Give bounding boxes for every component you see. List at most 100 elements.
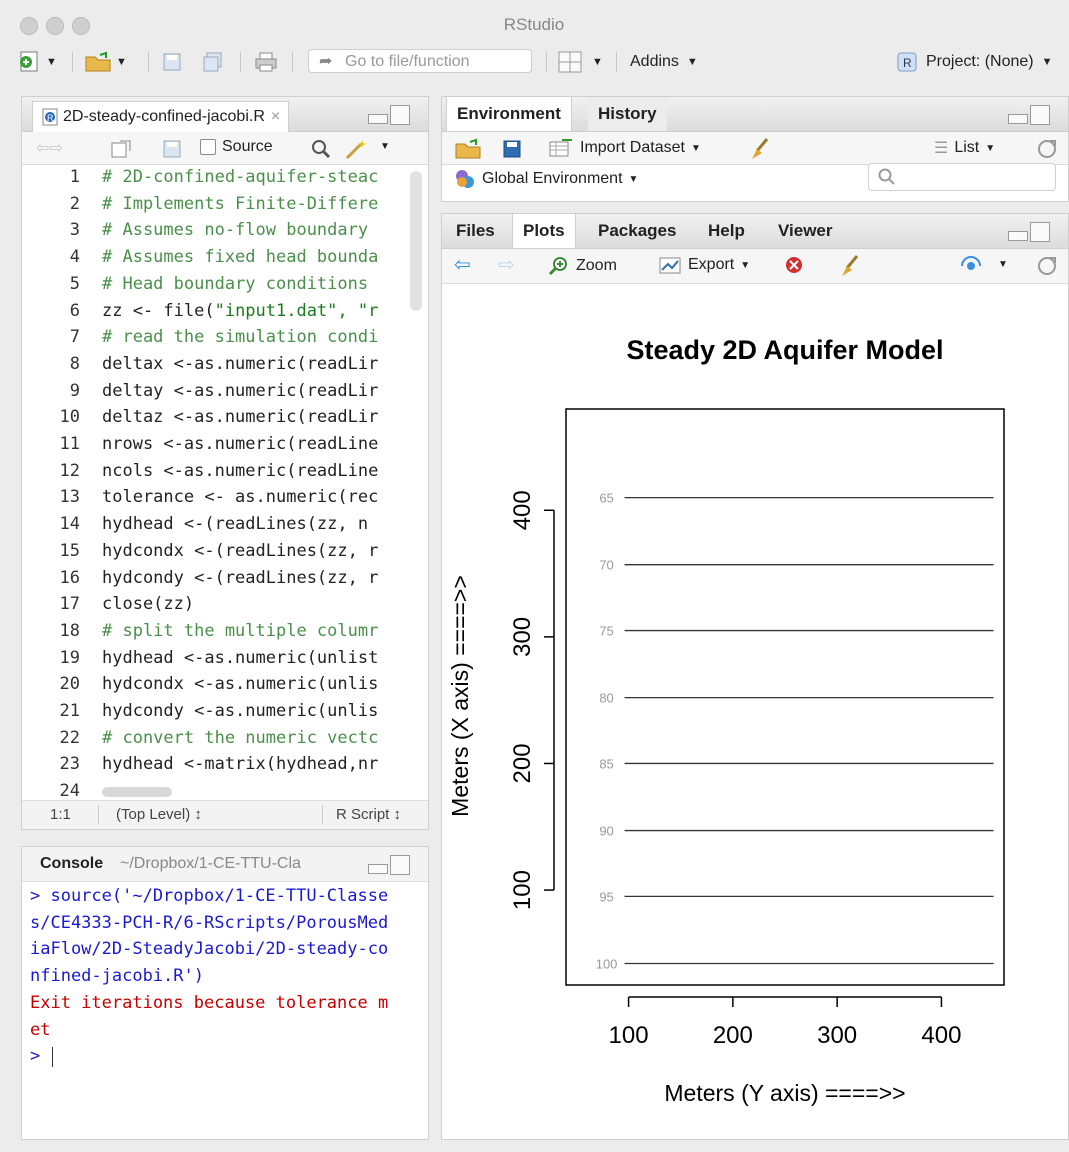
- tab-history[interactable]: History: [588, 97, 667, 131]
- search-icon[interactable]: [310, 138, 332, 160]
- code-text: hydcondx <-as.numeric(unlis: [102, 674, 379, 695]
- tab-viewer[interactable]: Viewer: [768, 214, 843, 248]
- code-line[interactable]: 24: [22, 781, 80, 797]
- export-icon: [659, 257, 681, 274]
- y-axis-label: Meters (X axis) ====>>: [447, 575, 473, 817]
- tab-help[interactable]: Help: [698, 214, 755, 248]
- line-number: 7: [69, 327, 80, 348]
- code-text: deltaz <-as.numeric(readLir: [102, 407, 379, 428]
- code-line[interactable]: 4 # Assumes fixed head bounda: [22, 247, 379, 274]
- console-header: Console ~/Dropbox/1-CE-TTU-Cla: [22, 847, 428, 882]
- console-line: s/CE4333-PCH-R/6-RScripts/PorousMed: [30, 912, 389, 933]
- refresh-icon[interactable]: [1036, 138, 1058, 160]
- editor-vertical-scrollbar[interactable]: [410, 171, 422, 311]
- scope-selector[interactable]: (Top Level) ↕: [116, 806, 202, 823]
- code-line[interactable]: 18 # split the multiple columr: [22, 621, 379, 648]
- save-all-button[interactable]: [202, 50, 226, 74]
- code-line[interactable]: 19 hydhead <-as.numeric(unlist: [22, 648, 379, 675]
- tab-packages[interactable]: Packages: [588, 214, 686, 248]
- global-environment-label: Global Environment: [482, 170, 623, 187]
- chevron-down-icon: ▼: [1041, 56, 1053, 68]
- code-line[interactable]: 9 deltay <-as.numeric(readLir: [22, 381, 379, 408]
- tab-plots[interactable]: Plots: [512, 214, 576, 248]
- broom-icon[interactable]: [838, 254, 862, 278]
- console-window-buttons[interactable]: [368, 855, 410, 875]
- code-line[interactable]: 1 # 2D-confined-aquifer-steac: [22, 167, 379, 194]
- search-icon: [878, 168, 895, 185]
- new-file-button[interactable]: ▼: [18, 50, 57, 74]
- open-file-button[interactable]: ▼: [84, 50, 127, 74]
- code-line[interactable]: 11 nrows <-as.numeric(readLine: [22, 434, 379, 461]
- code-line[interactable]: 23 hydhead <-matrix(hydhead,nr: [22, 754, 379, 781]
- code-line[interactable]: 12 ncols <-as.numeric(readLine: [22, 461, 379, 488]
- workspace-panes-button[interactable]: ▼: [558, 50, 603, 74]
- chevron-down-icon[interactable]: ▼: [380, 141, 390, 152]
- go-to-file-input[interactable]: ➦ Go to file/function: [308, 49, 532, 73]
- code-line[interactable]: 21 hydcondy <-as.numeric(unlis: [22, 701, 379, 728]
- load-workspace-icon[interactable]: [454, 138, 482, 160]
- save-icon[interactable]: [162, 139, 182, 159]
- code-area[interactable]: 1 # 2D-confined-aquifer-steac 2 # Implement…: [22, 165, 408, 797]
- chevron-down-icon: ▼: [592, 56, 603, 68]
- filetype-selector[interactable]: R Script ↕: [336, 806, 401, 823]
- print-button[interactable]: [254, 50, 278, 74]
- back-arrow-icon[interactable]: ⇦⇨: [36, 138, 63, 158]
- magic-wand-icon[interactable]: [344, 138, 370, 160]
- code-line[interactable]: 15 hydcondx <-(readLines(zz, r: [22, 541, 379, 568]
- code-line[interactable]: 7 # read the simulation condi: [22, 327, 379, 354]
- show-in-window-icon[interactable]: [110, 139, 132, 159]
- line-number: 10: [59, 407, 80, 428]
- code-line[interactable]: 17 close(zz): [22, 594, 195, 621]
- project-menu[interactable]: R Project: (None) ▼: [896, 50, 1052, 74]
- main-toolbar: ▼ ▼ ➦ Go to file/function ▼ Addins ▼ R P…: [8, 42, 1068, 82]
- list-view-toggle[interactable]: ☰ List ▼: [934, 138, 995, 158]
- print-icon: [255, 52, 277, 72]
- r-file-icon: R: [42, 108, 58, 126]
- save-workspace-icon[interactable]: [502, 139, 522, 159]
- editor-horizontal-scrollbar[interactable]: [102, 787, 172, 797]
- x-tick-label: 400: [921, 1022, 961, 1049]
- line-number: 21: [59, 701, 80, 721]
- file-tab[interactable]: R 2D-steady-confined-jacobi.R ×: [32, 101, 290, 132]
- global-environment-selector[interactable]: Global Environment ▼: [454, 168, 638, 190]
- code-line[interactable]: 10 deltaz <-as.numeric(readLir: [22, 407, 379, 434]
- line-number: 6: [69, 300, 80, 321]
- code-line[interactable]: 3 # Assumes no-flow boundary: [22, 220, 368, 247]
- code-line[interactable]: 6 zz <- file("input1.dat", "r: [22, 300, 379, 328]
- console-output[interactable]: > source('~/Dropbox/1-CE-TTU-Classe s/CE4…: [30, 883, 426, 1070]
- env-window-buttons[interactable]: [1008, 105, 1050, 125]
- import-dataset-button[interactable]: Import Dataset ▼: [548, 138, 701, 158]
- code-line[interactable]: 14 hydhead <-(readLines(zz, n: [22, 514, 369, 541]
- export-button[interactable]: Export ▼: [658, 255, 750, 275]
- publish-icon[interactable]: [958, 255, 984, 277]
- code-line[interactable]: 2 # Implements Finite-Differe: [22, 194, 379, 221]
- code-line[interactable]: 16 hydcondy <-(readLines(zz, r: [22, 568, 379, 595]
- code-line[interactable]: 13 tolerance <- as.numeric(rec: [22, 487, 379, 514]
- code-line[interactable]: 20 hydcondx <-as.numeric(unlis: [22, 674, 379, 701]
- code-line[interactable]: 8 deltax <-as.numeric(readLir: [22, 354, 379, 381]
- chevron-down-icon[interactable]: ▼: [998, 259, 1008, 270]
- environment-search-input[interactable]: [868, 163, 1056, 191]
- refresh-icon[interactable]: [1036, 255, 1058, 277]
- line-number: 23: [59, 754, 80, 775]
- console-line: et: [30, 1019, 51, 1040]
- remove-plot-icon[interactable]: [784, 255, 808, 277]
- plots-window-buttons[interactable]: [1008, 222, 1050, 242]
- x-axis-label: Meters (Y axis) ====>>: [664, 1080, 905, 1106]
- tab-environment[interactable]: Environment: [446, 97, 572, 131]
- addins-menu[interactable]: Addins ▼: [630, 50, 698, 74]
- new-file-icon: [20, 51, 38, 72]
- x-tick-label: 200: [713, 1022, 753, 1049]
- next-plot-icon[interactable]: ⇨: [498, 252, 515, 277]
- tab-files[interactable]: Files: [446, 214, 505, 248]
- save-button[interactable]: [162, 50, 182, 74]
- source-on-save-checkbox[interactable]: Source: [200, 138, 273, 156]
- chevron-down-icon: ▼: [740, 259, 751, 271]
- broom-icon[interactable]: [748, 137, 772, 161]
- editor-window-buttons[interactable]: [368, 105, 410, 125]
- code-line[interactable]: 22 # convert the numeric vectc: [22, 728, 379, 755]
- code-line[interactable]: 5 # Head boundary conditions: [22, 274, 368, 301]
- close-tab-icon[interactable]: ×: [271, 108, 280, 126]
- zoom-button[interactable]: Zoom: [548, 255, 617, 277]
- previous-plot-icon[interactable]: ⇦: [454, 252, 471, 277]
